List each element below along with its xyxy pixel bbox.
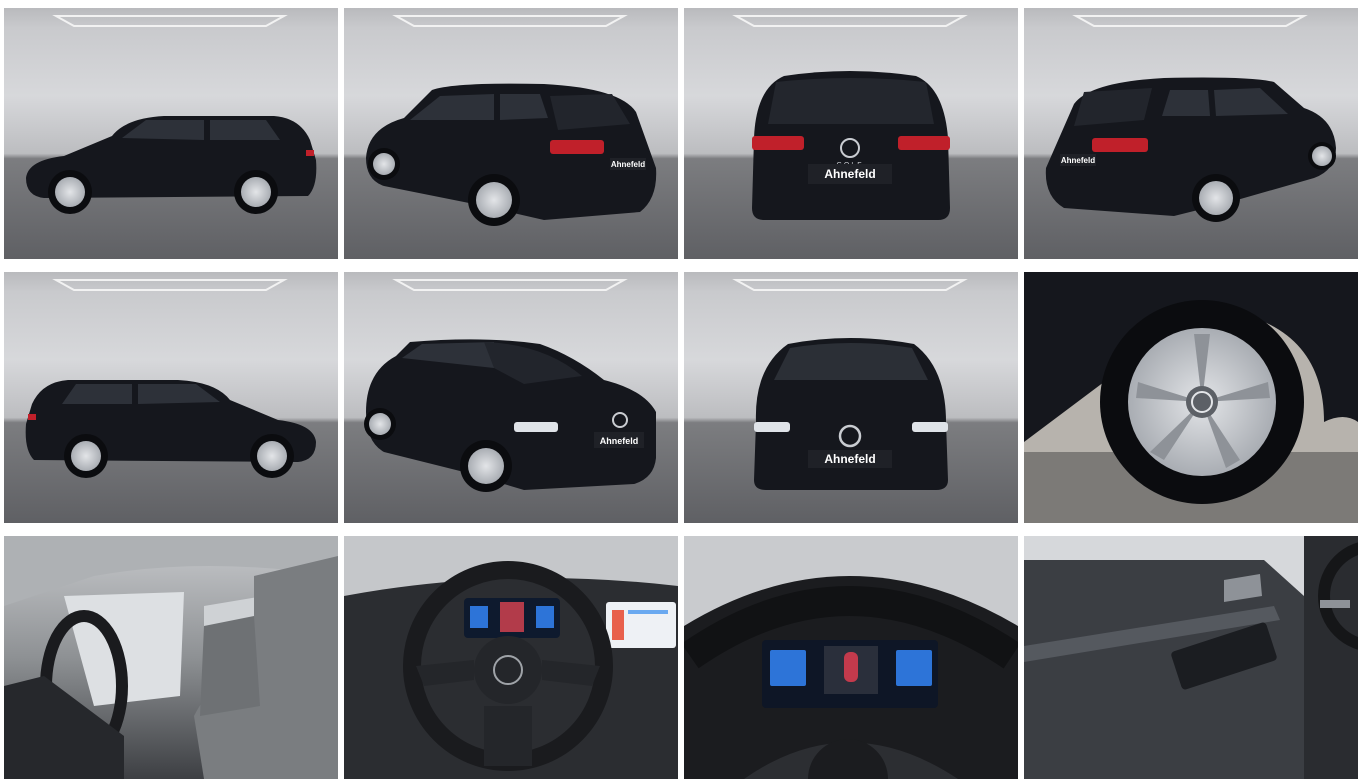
photo-gallery: Ahnefeld GOLF Ahnefeld: [4, 8, 1358, 779]
photo-rear[interactable]: GOLF Ahnefeld: [684, 8, 1018, 259]
car-front-left-view: Ahnefeld: [344, 272, 678, 523]
car-rear-left-view: Ahnefeld: [344, 8, 678, 259]
dealer-plate: Ahnefeld: [600, 436, 639, 446]
wheel-closeup: [1024, 272, 1358, 523]
photo-side-left[interactable]: [4, 8, 338, 259]
car-side-view-right: [4, 272, 338, 523]
digital-cockpit: [684, 536, 1018, 779]
interior-seats: [4, 536, 338, 779]
photo-front-three-quarter-left[interactable]: Ahnefeld: [344, 272, 678, 523]
photo-interior-front-seats[interactable]: [4, 536, 338, 779]
dealer-plate: Ahnefeld: [1061, 156, 1095, 165]
photo-digital-cockpit[interactable]: [684, 536, 1018, 779]
dealer-plate: Ahnefeld: [824, 452, 875, 466]
car-front-view: Ahnefeld: [684, 272, 1018, 523]
door-panel: [1024, 536, 1358, 779]
photo-rear-three-quarter-left[interactable]: Ahnefeld: [344, 8, 678, 259]
photo-side-right[interactable]: [4, 272, 338, 523]
photo-wheel[interactable]: [1024, 272, 1358, 523]
dealer-plate: Ahnefeld: [824, 167, 875, 181]
car-rear-right-view: Ahnefeld: [1024, 8, 1358, 259]
steering-dashboard: [344, 536, 678, 779]
car-side-view: [4, 8, 338, 259]
car-rear-view: GOLF Ahnefeld: [684, 8, 1018, 259]
photo-door-panel[interactable]: [1024, 536, 1358, 779]
dealer-plate: Ahnefeld: [611, 160, 645, 169]
photo-front[interactable]: Ahnefeld: [684, 272, 1018, 523]
photo-rear-three-quarter-right[interactable]: Ahnefeld: [1024, 8, 1358, 259]
photo-steering-wheel-dashboard[interactable]: [344, 536, 678, 779]
